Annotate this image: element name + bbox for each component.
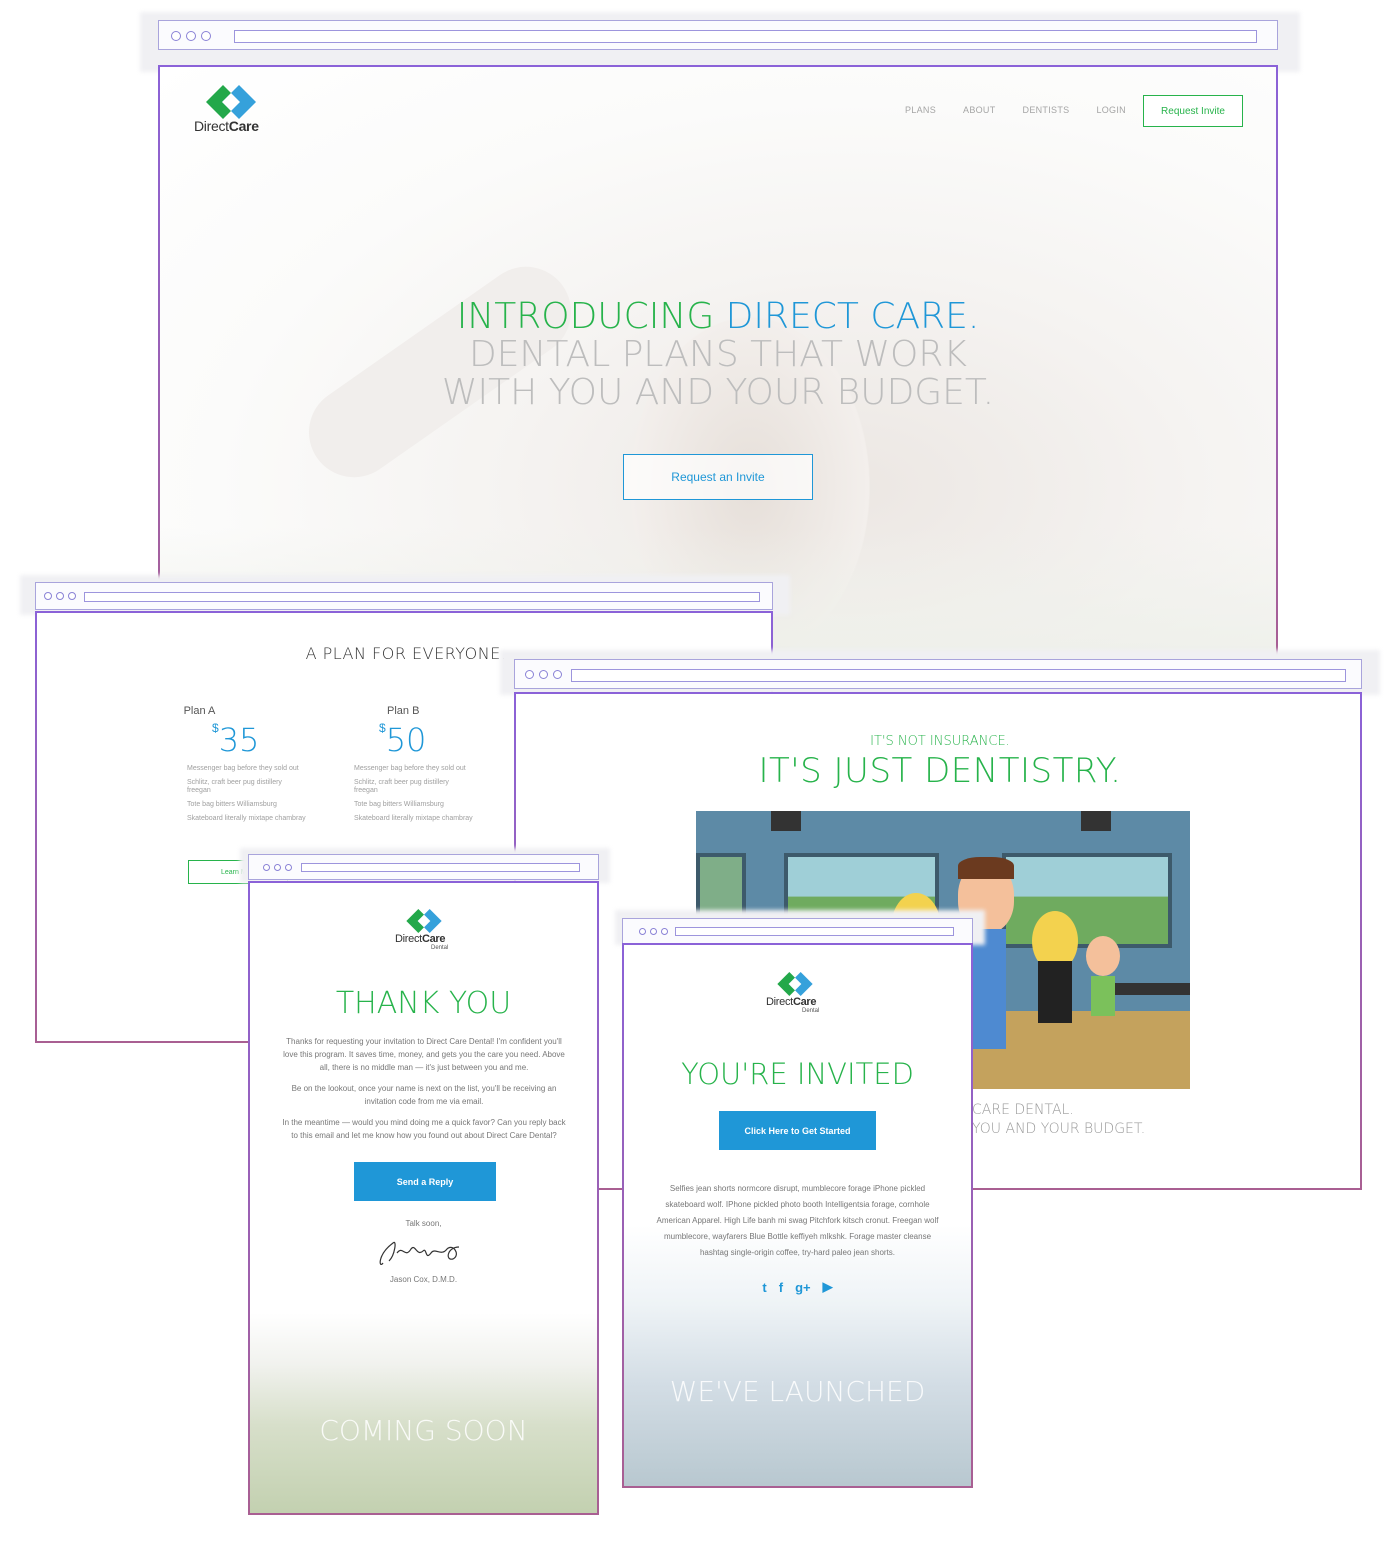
list-item: Messenger bag before they sold out xyxy=(354,765,466,772)
plan-b-features: Messenger bag before they sold out Schli… xyxy=(354,765,474,829)
address-bar[interactable] xyxy=(84,592,760,602)
get-started-button[interactable]: Click Here to Get Started xyxy=(719,1111,876,1150)
browser-bar xyxy=(35,582,773,610)
list-item: Tote bag bitters Williamsburg xyxy=(187,801,277,808)
hero-line2: DENTAL PLANS THAT WORK xyxy=(468,334,968,375)
list-item: Tote bag bitters Williamsburg xyxy=(354,801,444,808)
signoff: Talk soon, xyxy=(405,1219,442,1228)
address-bar[interactable] xyxy=(301,863,580,872)
browser-bar xyxy=(514,659,1362,689)
hero-line3: WITH YOU AND YOUR BUDGET. xyxy=(441,372,995,413)
logo-mark-icon xyxy=(206,85,256,119)
plan-name: Plan A xyxy=(183,705,216,717)
list-item: Skateboard literally mixtape chambray xyxy=(187,815,306,822)
facebook-icon[interactable]: f xyxy=(779,1280,783,1295)
window-dot[interactable] xyxy=(44,592,52,600)
email-logo: DirectCare Dental xyxy=(766,972,836,1022)
window-dot[interactable] xyxy=(263,864,270,871)
plan-name-b: Plan B xyxy=(387,705,420,717)
invited-title: YOU'RE INVITED xyxy=(681,1057,914,1091)
nav-item-about[interactable]: ABOUT xyxy=(963,105,996,115)
main-nav: PLANS ABOUT DENTISTS LOGIN xyxy=(905,105,1126,115)
nav-item-login[interactable]: LOGIN xyxy=(1096,105,1126,115)
footer-text: WE'VE LAUNCHED xyxy=(669,1375,926,1408)
window-dot[interactable] xyxy=(201,31,211,41)
window-dot[interactable] xyxy=(661,928,668,935)
address-bar[interactable] xyxy=(571,669,1346,682)
hero-headline: INTRODUCING DIRECT CARE. DENTAL PLANS TH… xyxy=(160,298,1276,412)
dentistry-bottom-line1: CARE DENTAL. xyxy=(972,1102,1074,1118)
window-dot[interactable] xyxy=(650,928,657,935)
window-dot[interactable] xyxy=(553,670,562,679)
window-dot[interactable] xyxy=(68,592,76,600)
hero-line1-blue: DIRECT CARE. xyxy=(725,296,980,337)
browser-bar xyxy=(158,20,1278,50)
window-dot[interactable] xyxy=(56,592,64,600)
invited-window: DirectCare Dental YOU'RE INVITED Click H… xyxy=(622,918,973,1488)
request-an-invite-button[interactable]: Request an Invite xyxy=(623,454,813,500)
invited-footer-photo xyxy=(624,1225,971,1486)
google-plus-icon[interactable]: g+ xyxy=(795,1280,811,1295)
window-dot[interactable] xyxy=(539,670,548,679)
plan-a-features: Messenger bag before they sold out Schli… xyxy=(187,765,307,829)
logo-mark-icon xyxy=(406,909,442,933)
window-dot[interactable] xyxy=(186,31,196,41)
window-dot[interactable] xyxy=(639,928,646,935)
dentistry-kicker: IT'S NOT INSURANCE. xyxy=(870,734,1010,749)
nav-item-plans[interactable]: PLANS xyxy=(905,105,936,115)
plan-b-price: $50 xyxy=(379,721,427,759)
dentistry-title: IT'S JUST DENTISTRY. xyxy=(758,751,1122,791)
youtube-icon[interactable]: ▶ xyxy=(823,1279,833,1295)
window-dot[interactable] xyxy=(274,864,281,871)
request-invite-button[interactable]: Request Invite xyxy=(1143,95,1243,127)
email-logo: DirectCare Dental xyxy=(395,909,465,959)
logo-mark-icon xyxy=(777,972,813,996)
window-dot[interactable] xyxy=(285,864,292,871)
list-item: Messenger bag before they sold out xyxy=(187,765,299,772)
thankyou-window: DirectCare Dental THANK YOU Thanks for r… xyxy=(248,854,599,1515)
window-dot[interactable] xyxy=(171,31,181,41)
window-dot[interactable] xyxy=(525,670,534,679)
footer-text: COMING SOON xyxy=(319,1414,528,1447)
browser-bar xyxy=(622,918,973,944)
signature-icon xyxy=(379,1241,460,1265)
thankyou-frame: DirectCare Dental THANK YOU Thanks for r… xyxy=(248,881,599,1515)
invited-body: Selfies jean shorts normcore disrupt, mu… xyxy=(656,1184,939,1257)
thankyou-body: Thanks for requesting your invitation to… xyxy=(282,1037,566,1140)
nav-item-dentists[interactable]: DENTISTS xyxy=(1023,105,1070,115)
invited-frame: DirectCare Dental YOU'RE INVITED Click H… xyxy=(622,943,973,1488)
hero-line1-green: INTRODUCING xyxy=(456,296,726,337)
browser-bar xyxy=(248,854,599,880)
list-item: Skateboard literally mixtape chambray xyxy=(354,815,473,822)
signer-name: Jason Cox, D.M.D. xyxy=(389,1275,458,1284)
send-reply-button[interactable]: Send a Reply xyxy=(354,1162,496,1201)
plan-a-price: $35 xyxy=(212,721,260,759)
dentistry-bottom-line2: YOU AND YOUR BUDGET. xyxy=(972,1121,1146,1137)
list-item: Schlitz, craft beer pug distillery freeg… xyxy=(187,779,282,794)
homepage-window: DirectCare PLANS ABOUT DENTISTS LOGIN Re… xyxy=(158,20,1278,670)
social-links: t f g+ ▶ xyxy=(624,1279,971,1295)
thankyou-title: THANK YOU xyxy=(335,986,512,1021)
twitter-icon[interactable]: t xyxy=(762,1280,766,1295)
address-bar[interactable] xyxy=(675,927,954,936)
logo-text: DirectCare xyxy=(194,118,259,134)
brand-logo[interactable]: DirectCare xyxy=(192,85,282,137)
address-bar[interactable] xyxy=(234,30,1257,43)
list-item: Schlitz, craft beer pug distillery freeg… xyxy=(354,779,449,794)
plan-card: Plan A xyxy=(184,705,312,717)
